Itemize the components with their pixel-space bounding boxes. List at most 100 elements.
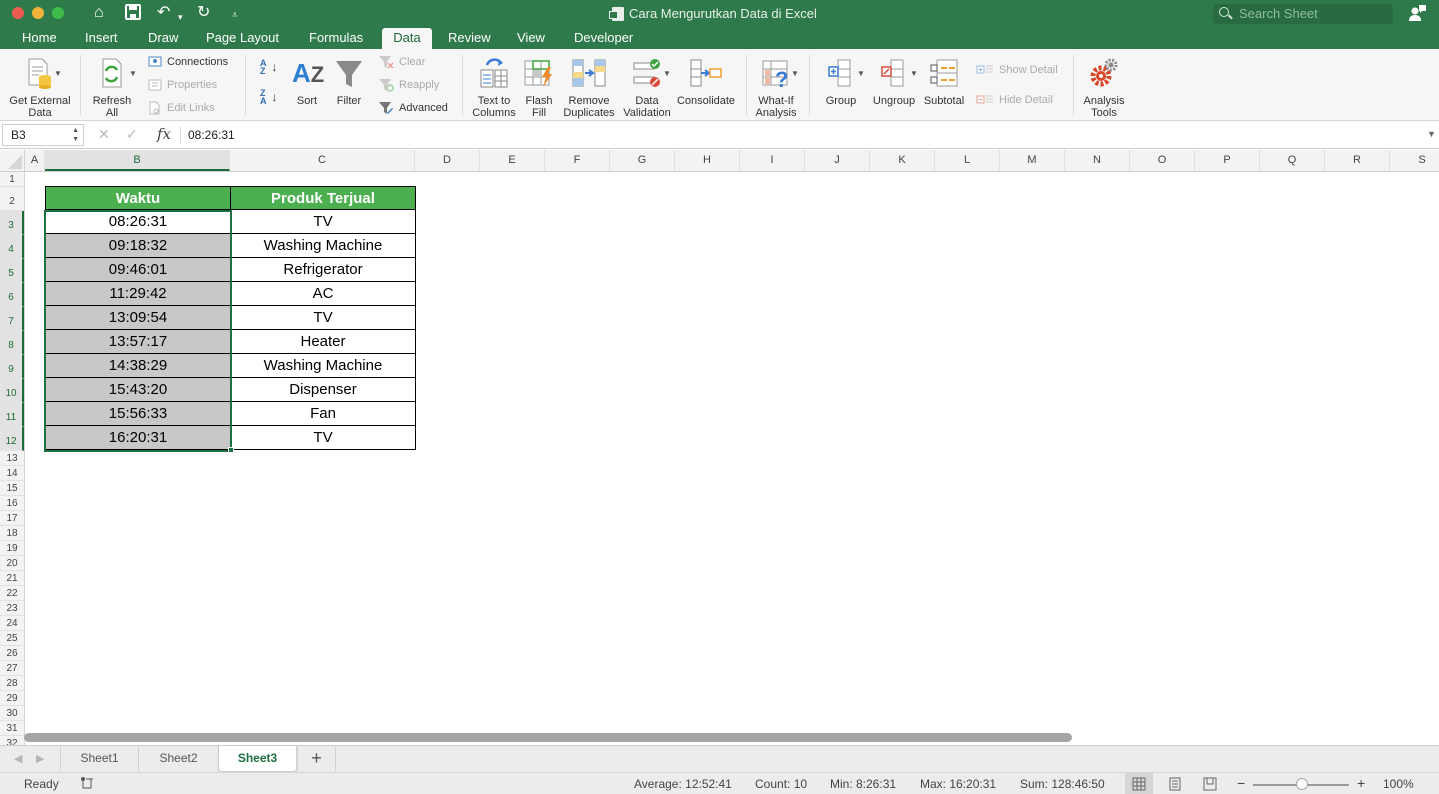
select-all-button[interactable] [0, 150, 25, 171]
tab-draw[interactable]: Draw [139, 28, 187, 49]
add-sheet-button[interactable]: + [298, 746, 336, 771]
column-header-m[interactable]: M [1000, 150, 1065, 171]
row-header-32[interactable]: 32 [0, 736, 24, 745]
column-header-p[interactable]: P [1195, 150, 1260, 171]
connections-button[interactable]: Connections [148, 54, 228, 70]
tab-review[interactable]: Review [439, 28, 500, 49]
row-header-25[interactable]: 25 [0, 631, 24, 646]
subtotal-button[interactable]: Subtotal [920, 57, 968, 107]
refresh-all-button[interactable]: Refresh All [86, 57, 138, 119]
row-header-11[interactable]: 11 [0, 403, 24, 427]
what-if-analysis-button[interactable]: ? What-If Analysis [752, 57, 800, 119]
macro-record-icon[interactable] [80, 776, 94, 793]
row-header-21[interactable]: 21 [0, 571, 24, 586]
cell-produk[interactable]: Washing Machine [230, 354, 416, 378]
get-external-data-button[interactable]: Get External Data [4, 57, 76, 119]
page-layout-view-button[interactable] [1161, 773, 1189, 794]
show-detail-button[interactable]: Show Detail [976, 62, 1058, 78]
tab-home[interactable]: Home [13, 28, 66, 49]
ungroup-button[interactable]: Ungroup [870, 57, 918, 107]
column-header-s[interactable]: S [1390, 150, 1439, 171]
column-header-d[interactable]: D [415, 150, 480, 171]
column-header-e[interactable]: E [480, 150, 545, 171]
properties-button[interactable]: Properties [148, 77, 217, 93]
column-header-b[interactable]: B [45, 150, 230, 171]
tab-page-layout[interactable]: Page Layout [197, 28, 288, 49]
dropdown-caret-icon[interactable]: ▼ [663, 69, 671, 78]
cell-produk[interactable]: TV [230, 426, 416, 450]
row-header-30[interactable]: 30 [0, 706, 24, 721]
row-header-20[interactable]: 20 [0, 556, 24, 571]
cell-waktu[interactable]: 15:43:20 [45, 378, 231, 402]
cell-produk[interactable]: Dispenser [230, 378, 416, 402]
tab-formulas[interactable]: Formulas [300, 28, 372, 49]
normal-view-button[interactable] [1125, 773, 1153, 794]
row-header-7[interactable]: 7 [0, 307, 24, 331]
column-header-o[interactable]: O [1130, 150, 1195, 171]
cell-waktu[interactable]: 09:46:01 [45, 258, 231, 282]
page-break-view-button[interactable] [1196, 773, 1224, 794]
reapply-button[interactable]: Reapply [378, 77, 439, 93]
undo-icon[interactable]: ↶ [157, 4, 170, 22]
column-header-n[interactable]: N [1065, 150, 1130, 171]
flash-fill-button[interactable]: Flash Fill [522, 57, 556, 119]
account-icon[interactable] [1408, 4, 1426, 22]
column-header-f[interactable]: F [545, 150, 610, 171]
cell-waktu[interactable]: 15:56:33 [45, 402, 231, 426]
column-header-i[interactable]: I [740, 150, 805, 171]
cell-waktu[interactable]: 11:29:42 [45, 282, 231, 306]
formula-input[interactable]: 08:26:31 [188, 128, 235, 142]
group-button[interactable]: Group [818, 57, 864, 107]
column-header-a[interactable]: A [25, 150, 45, 171]
previous-sheet-icon[interactable]: ◀ [14, 752, 22, 765]
row-header-28[interactable]: 28 [0, 676, 24, 691]
row-header-1[interactable]: 1 [0, 172, 24, 187]
cell-produk[interactable]: TV [230, 306, 416, 330]
column-header-k[interactable]: K [870, 150, 935, 171]
text-to-columns-button[interactable]: Text to Columns [468, 57, 520, 119]
cell-waktu[interactable]: 09:18:32 [45, 234, 231, 258]
edit-links-button[interactable]: Edit Links [148, 100, 215, 116]
row-header-4[interactable]: 4 [0, 235, 24, 259]
column-header-g[interactable]: G [610, 150, 675, 171]
data-validation-button[interactable]: Data Validation [620, 57, 674, 119]
row-header-24[interactable]: 24 [0, 616, 24, 631]
row-header-17[interactable]: 17 [0, 511, 24, 526]
filter-button[interactable]: Filter [330, 57, 368, 107]
row-header-3[interactable]: 3 [0, 211, 24, 235]
row-header-23[interactable]: 23 [0, 601, 24, 616]
zoom-level[interactable]: 100% [1383, 777, 1414, 791]
cell-produk[interactable]: Washing Machine [230, 234, 416, 258]
cell-produk[interactable]: AC [230, 282, 416, 306]
row-header-31[interactable]: 31 [0, 721, 24, 736]
sheet-tab-sheet3[interactable]: Sheet3 [219, 746, 297, 771]
row-header-16[interactable]: 16 [0, 496, 24, 511]
close-window-button[interactable] [12, 7, 24, 19]
dropdown-caret-icon[interactable]: ▼ [791, 69, 799, 78]
redo-icon[interactable]: ↻ [197, 4, 210, 22]
row-header-29[interactable]: 29 [0, 691, 24, 706]
advanced-filter-button[interactable]: Advanced [378, 100, 448, 116]
row-header-18[interactable]: 18 [0, 526, 24, 541]
sort-a-to-z-button[interactable]: A Z ↓ [260, 59, 278, 76]
column-header-h[interactable]: H [675, 150, 740, 171]
customize-toolbar-icon[interactable]: ⩡ [232, 7, 238, 25]
cell-waktu[interactable]: 14:38:29 [45, 354, 231, 378]
cell-waktu[interactable]: 16:20:31 [45, 426, 231, 450]
row-header-12[interactable]: 12 [0, 427, 24, 451]
sort-button[interactable]: AZ Sort [288, 57, 326, 107]
sheet-tab-sheet1[interactable]: Sheet1 [61, 746, 139, 771]
cell-produk[interactable]: Refrigerator [230, 258, 416, 282]
home-icon[interactable]: ⌂ [94, 4, 104, 22]
row-header-27[interactable]: 27 [0, 661, 24, 676]
column-header-r[interactable]: R [1325, 150, 1390, 171]
undo-dropdown-icon[interactable]: ▾ [178, 8, 183, 26]
row-header-10[interactable]: 10 [0, 379, 24, 403]
cell-produk[interactable]: TV [230, 210, 416, 234]
table-header-waktu[interactable]: Waktu [45, 186, 231, 210]
row-header-14[interactable]: 14 [0, 466, 24, 481]
row-header-9[interactable]: 9 [0, 355, 24, 379]
dropdown-caret-icon[interactable]: ▼ [910, 69, 918, 78]
sort-z-to-a-button[interactable]: Z A ↓ [260, 89, 278, 106]
row-header-5[interactable]: 5 [0, 259, 24, 283]
